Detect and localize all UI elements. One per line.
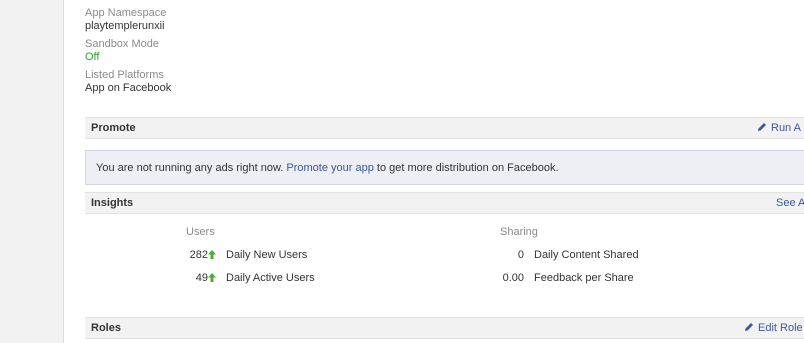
- feedback-per-share-label: Feedback per Share: [534, 272, 634, 284]
- sandbox-value: Off: [85, 51, 100, 63]
- promote-section-header: Promote Run A: [85, 117, 804, 139]
- sharing-header: Sharing: [500, 226, 538, 238]
- daily-content-shared-label: Daily Content Shared: [534, 249, 639, 261]
- platforms-value: App on Facebook: [85, 82, 172, 94]
- daily-content-shared-value: 0: [517, 249, 524, 261]
- left-gutter: [0, 0, 64, 343]
- edit-roles-label: Edit Role: [758, 322, 803, 334]
- namespace-value: playtemplerunxii: [85, 20, 165, 32]
- promote-message-prefix: You are not running any ads right now.: [96, 162, 284, 174]
- pencil-icon: [758, 123, 766, 131]
- promote-title: Promote: [91, 122, 136, 134]
- daily-new-users-value: 282: [189, 249, 208, 261]
- roles-section-header: Roles Edit Role: [85, 317, 804, 339]
- sandbox-label: Sandbox Mode: [85, 38, 159, 50]
- edit-roles-button[interactable]: Edit Role: [744, 322, 803, 334]
- run-ads-button[interactable]: Run A: [757, 122, 801, 134]
- insights-title: Insights: [91, 197, 134, 209]
- insights-row-2: 49 Daily Active Users 0.00 Feedback per …: [0, 272, 804, 286]
- app-info-block: App Namespace playtemplerunxii Sandbox M…: [85, 7, 171, 100]
- promote-your-app-link[interactable]: Promote your app: [286, 162, 373, 174]
- roles-title: Roles: [91, 322, 121, 334]
- up-arrow-icon: [208, 250, 216, 259]
- run-ads-label: Run A: [771, 122, 801, 134]
- users-header: Users: [186, 226, 215, 238]
- promote-notice: You are not running any ads right now. P…: [85, 150, 804, 185]
- daily-active-users-label: Daily Active Users: [226, 272, 315, 284]
- feedback-per-share-value: 0.00: [502, 272, 524, 284]
- insights-section-header: Insights See A: [85, 192, 804, 214]
- insights-row-1: 282 Daily New Users 0 Daily Content Shar…: [0, 249, 804, 263]
- promote-message: You are not running any ads right now. P…: [96, 162, 559, 174]
- pencil-icon: [745, 323, 753, 331]
- daily-new-users-label: Daily New Users: [226, 249, 308, 261]
- up-arrow-icon: [208, 273, 216, 282]
- promote-message-suffix: to get more distribution on Facebook.: [376, 162, 559, 174]
- daily-active-users-value: 49: [195, 272, 208, 284]
- namespace-label: App Namespace: [85, 7, 167, 19]
- see-all-link[interactable]: See A: [776, 197, 804, 209]
- platforms-label: Listed Platforms: [85, 69, 164, 81]
